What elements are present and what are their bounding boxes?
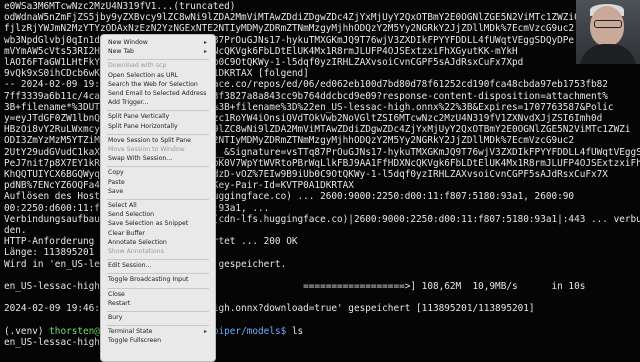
webcam-overlay: [576, 0, 640, 64]
menu-item-label: Split Pane Vertically: [108, 113, 170, 121]
menu-separator: [107, 325, 209, 327]
terminal-line: odWdnaW5nZmFjZS5jby9yZXBvcy9lZC8wNi9lZDA…: [4, 12, 580, 24]
menu-item-terminal-state[interactable]: Terminal State ▸: [108, 328, 207, 336]
menu-item-label: Send Selection: [108, 211, 155, 219]
prompt-venv: (.venv): [4, 325, 50, 337]
menu-item-label: Save Selection as Snippet: [108, 220, 189, 228]
menu-item-label: Add Trigger...: [108, 99, 149, 107]
menu-item-annotate-selection[interactable]: Annotate Selection: [108, 239, 167, 247]
menu-item-label: New Window: [108, 39, 148, 46]
terminal-line: mVYmAW5cVts53RI2Hd 9AA1FfHDXNcQKVgk6FbLD…: [4, 45, 518, 57]
menu-separator: [107, 199, 209, 200]
menu-item-label: Annotate Selection: [108, 238, 167, 246]
menu-separator: [107, 110, 209, 112]
chevron-right-icon: ▸: [204, 48, 208, 56]
menu-separator: [107, 166, 209, 168]
terminal-line: HBzOi8vY2RuLWxmcy5 S9yZXBvcy9lZC8wNi9lZD…: [4, 124, 631, 136]
menu-item-label: Paste: [108, 178, 125, 186]
terminal-line: en_US-lessac-high. ==================>] …: [4, 281, 586, 292]
menu-item-label: Close: [108, 290, 125, 298]
terminal-line: -- 2024-02-09 19:46: huggingface.co/repo…: [4, 79, 608, 91]
menu-item-label: Toggle Fullscreen: [108, 337, 162, 345]
menu-item-label: Terminal State: [108, 328, 153, 336]
menu-item-new-window[interactable]: New Window ▸: [108, 39, 207, 47]
menu-item-label: Restart: [108, 299, 131, 307]
menu-item-label: Download with scp: [108, 62, 167, 70]
menu-item-label: Open Selection as URL: [108, 71, 179, 79]
menu-item-split-pane-vertically[interactable]: Split Pane Vertically: [108, 113, 169, 121]
menu-item-show-annotations: Show Annotations: [108, 248, 164, 256]
menu-item-label: Swap With Session...: [108, 155, 173, 163]
menu-item-label: Split Pane Horizontally: [108, 122, 178, 130]
terminal-line: 3B+filename*%3DUTF high.onnx%3B+filename…: [4, 101, 614, 113]
terminal-window[interactable]: e0WSa3M6MTcwNzc2MzU4N319fV1...(truncated…: [0, 0, 640, 360]
menu-item-label: Send Email to Selected Address: [108, 90, 207, 97]
menu-item-label: Bury: [108, 314, 123, 321]
menu-separator: [107, 273, 209, 275]
terminal-line: KhQQTUIYCX6BGQWyqD uuzJQKykvdzD-vOZ%7EIw…: [4, 169, 608, 180]
menu-item-save[interactable]: Save: [108, 188, 123, 196]
menu-item-move-session-to-split-pane[interactable]: Move Session to Split Pane: [108, 137, 191, 145]
menu-item-download-with-scp: Download with scp: [108, 62, 166, 70]
menu-separator: [107, 133, 209, 135]
menu-item-label: Move Session to Window: [108, 146, 185, 153]
menu-item-label: Move Session to Split Pane: [108, 136, 191, 144]
terminal-line: Auflösen des Hostn cdn-lfs.huggingface.c…: [4, 191, 575, 203]
menu-item-label: Toggle Broadcasting Input: [108, 276, 189, 284]
menu-item-label: Copy: [108, 169, 124, 177]
terminal-line: e0WSa3M6MTcwNzc2MzU4N319fV1...(truncated…: [4, 1, 236, 12]
menu-item-close[interactable]: Close: [108, 291, 125, 299]
person-glasses: [594, 20, 622, 28]
menu-item-new-tab[interactable]: New Tab ▸: [108, 48, 207, 56]
menu-item-send-selection[interactable]: Send Selection: [108, 211, 154, 219]
menu-item-select-all[interactable]: Select All: [108, 202, 137, 210]
terminal-line: ODI3ZmYzMzM5YTZiMT YzNGExNTE2NTIyMDMyZDR…: [4, 135, 575, 147]
menu-item-clear-buffer[interactable]: Clear Buffer: [108, 230, 145, 238]
menu-item-search-the-web-for-selection[interactable]: Search the Web for Selection: [108, 81, 198, 89]
chevron-right-icon: ▸: [204, 328, 208, 336]
menu-item-add-trigger[interactable]: Add Trigger...: [108, 99, 149, 107]
terminal-line: lAOI6FTaGW1LHtFkYb iEIw9B9iUb0C9OtQKWy-1…: [4, 57, 524, 68]
menu-item-label: Edit Session...: [108, 262, 152, 270]
menu-item-label: Select All: [108, 202, 137, 209]
terminal-line: 2024-02-09 19:46:3 -lessac-high.onnx?dow…: [4, 303, 535, 315]
menu-separator: [107, 59, 209, 61]
menu-item-label: New Tab: [108, 48, 134, 56]
terminal-line: wb3NpdGlvbj0qIn1dfQ__&Signature=vsTTq87P…: [4, 34, 575, 46]
terminal-line: y=eyJTdGF0ZW1lbnQi JEYXRlTGVzc1RoYW4iOns…: [4, 113, 603, 124]
menu-item-split-pane-horizontally[interactable]: Split Pane Horizontally: [108, 123, 178, 131]
menu-item-save-selection-as-snippet[interactable]: Save Selection as Snippet: [108, 220, 188, 228]
menu-separator: [107, 287, 209, 289]
menu-item-edit-session[interactable]: Edit Session...: [108, 262, 151, 270]
menu-item-bury[interactable]: Bury: [108, 314, 122, 322]
menu-item-copy[interactable]: Copy: [108, 169, 124, 177]
menu-item-restart[interactable]: Restart: [108, 300, 130, 308]
chevron-right-icon: ▸: [204, 39, 208, 46]
terminal-line: den.: [4, 225, 27, 236]
menu-item-swap-with-session[interactable]: Swap With Session...: [108, 155, 172, 163]
terminal-line: fjlzRjYWJmN2MzYTYzODAxNzEzN2YzNGExNTE2NT…: [4, 23, 575, 35]
terminal-line: en_US-lessac-high: [4, 337, 100, 348]
menu-item-paste[interactable]: Paste: [108, 179, 125, 187]
menu-separator: [107, 311, 209, 312]
prompt-command: ls: [286, 325, 304, 337]
menu-item-open-selection-as-url[interactable]: Open Selection as URL: [108, 72, 178, 80]
menu-separator: [107, 259, 209, 261]
menu-item-toggle-broadcasting-input[interactable]: Toggle Broadcasting Input: [108, 276, 188, 284]
menu-item-label: Save: [108, 187, 124, 195]
menu-item-move-session-to-window: Move Session to Window: [108, 146, 185, 154]
terminal-line: 7ff3339a6b11c/4cab 2023d4efe3f3827a8a843…: [4, 90, 608, 102]
menu-item-toggle-fullscreen[interactable]: Toggle Fullscreen: [108, 337, 161, 345]
menu-item-label: Search the Web for Selection: [108, 80, 198, 88]
menu-item-send-email-to-selected-address[interactable]: Send Email to Selected Address: [108, 90, 206, 98]
context-menu: New Window ▸ New Tab ▸ Download with scp Open…: [100, 34, 216, 362]
menu-item-label: Clear Buffer: [108, 229, 145, 237]
menu-item-label: Show Annotations: [108, 248, 164, 255]
